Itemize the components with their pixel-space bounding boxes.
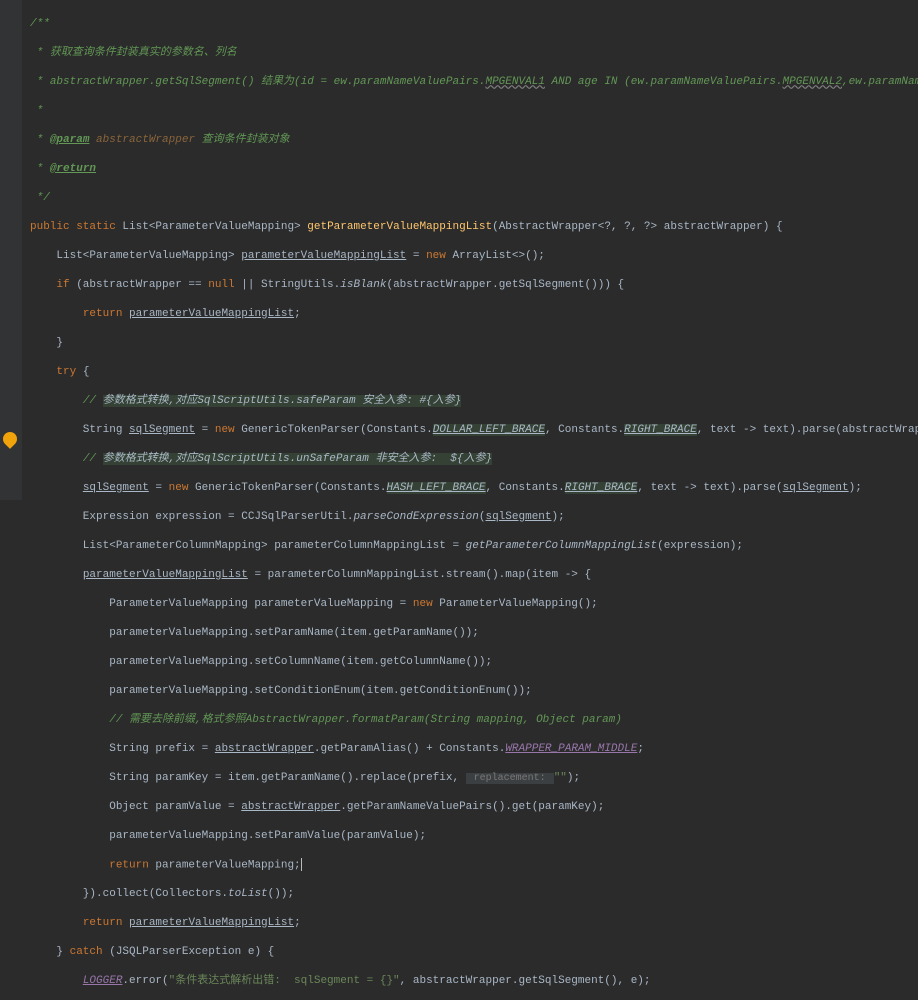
code-line: LOGGER.error("条件表达式解析出错: sqlSegment = {}… [30,974,910,989]
code-line: String paramKey = item.getParamName().re… [30,771,910,786]
javadoc-param: * @param abstractWrapper 查询条件封装对象 [30,134,290,146]
code-line: parameterValueMappingList = parameterCol… [30,568,910,583]
javadoc-line: * [30,105,43,117]
text-caret [301,858,302,871]
method-signature: public static List<ParameterValueMapping… [30,220,910,235]
javadoc-start: /** [30,18,50,30]
code-line: parameterValueMapping.setParamName(item.… [30,626,910,641]
code-line: if (abstractWrapper == null || StringUti… [30,278,910,293]
code-line: sqlSegment = new GenericTokenParser(Cons… [30,481,910,496]
javadoc-line: * 获取查询条件封装真实的参数名、列名 [30,47,237,59]
code-line: ParameterValueMapping parameterValueMapp… [30,597,910,612]
code-line: List<ParameterColumnMapping> parameterCo… [30,539,910,554]
code-line: parameterValueMapping.setColumnName(item… [30,655,910,670]
javadoc-end: */ [30,192,50,204]
code-comment: // 需要去除前缀,格式参照AbstractWrapper.formatPara… [30,713,910,728]
code-line: return parameterValueMapping; [30,858,910,873]
code-line: List<ParameterValueMapping> parameterVal… [30,249,910,264]
code-line: try { [30,365,910,380]
inlay-hint: replacement: [466,773,554,784]
code-line: parameterValueMapping.setConditionEnum(i… [30,684,910,699]
code-line: } [30,336,910,351]
code-comment: // 参数格式转换,对应SqlScriptUtils.unSafeParam 非… [30,452,910,467]
code-line: Expression expression = CCJSqlParserUtil… [30,510,910,525]
javadoc-return: * @return [30,163,96,175]
code-line: parameterValueMapping.setParamValue(para… [30,829,910,844]
code-line: return parameterValueMappingList; [30,307,910,322]
code-line: }).collect(Collectors.toList()); [30,887,910,902]
code-editor[interactable]: /** * 获取查询条件封装真实的参数名、列名 * abstractWrappe… [22,0,918,1000]
editor-gutter[interactable] [0,0,22,500]
code-line: } catch (JSQLParserException e) { [30,945,910,960]
code-line: return parameterValueMappingList; [30,916,910,931]
code-line: Object paramValue = abstractWrapper.getP… [30,800,910,815]
code-line: String sqlSegment = new GenericTokenPars… [30,423,910,438]
code-comment: // 参数格式转换,对应SqlScriptUtils.safeParam 安全入… [30,394,910,409]
code-line: String prefix = abstractWrapper.getParam… [30,742,910,757]
javadoc-line: * abstractWrapper.getSqlSegment() 结果为(id… [30,76,918,88]
